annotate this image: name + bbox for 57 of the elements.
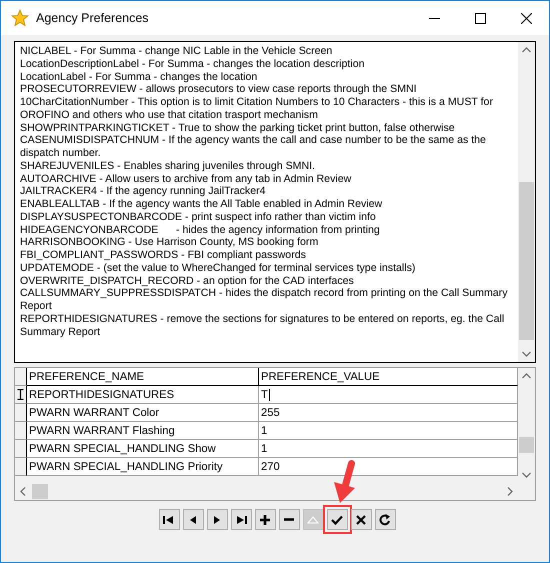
row-indicator[interactable] bbox=[15, 440, 27, 458]
table-cell: PWARN WARRANT Flashing bbox=[27, 422, 259, 440]
close-icon bbox=[520, 12, 532, 24]
description-line: PROSECUTORREVIEW - allows prosecutors to view case reports through the SMNI bbox=[20, 83, 418, 96]
value-input[interactable]: T bbox=[261, 388, 268, 400]
description-line: HIDEAGENCYONBARCODE - hides the agency information from printing bbox=[20, 224, 381, 236]
description-line: REPORTHIDESIGNATURES - remove the sections for signatures to be entered on reports, eg. the Call Summary Report bbox=[20, 312, 506, 338]
description-line: UPDATEMODE - (set the value to WhereChanged for terminal services type installs) bbox=[20, 262, 416, 274]
description-line: LocationLabel - For Summa - changes the location bbox=[20, 70, 258, 84]
table-cell: REPORTHIDESIGNATURES bbox=[27, 386, 259, 404]
window-title: Agency Preferences bbox=[36, 11, 150, 25]
cancel-button[interactable] bbox=[350, 509, 372, 530]
description-line: SHAREJUVENILES - Enables sharing juveniles through SMNI. bbox=[20, 160, 316, 172]
description-line: ENABLEALLTAB - If the agency wants the All Table enabled in Admin Review bbox=[20, 198, 384, 211]
row-indicator[interactable] bbox=[15, 386, 27, 404]
table-cell: PWARN WARRANT Color bbox=[27, 404, 259, 422]
column-header: PREFERENCE_NAME bbox=[27, 368, 259, 386]
description-line: SHOWPRINTPARKINGTICKET - True to show the parking ticket print button, false otherwise bbox=[20, 122, 456, 134]
callout-arrow bbox=[334, 460, 354, 503]
save-button[interactable] bbox=[322, 505, 352, 534]
scrollbar-thumb[interactable] bbox=[519, 182, 534, 340]
table-cell: PWARN SPECIAL_HANDLING Priority bbox=[27, 458, 259, 476]
description-line: DISPLAYSUSPECTONBARCODE - print suspect info rather than victim info bbox=[20, 210, 377, 224]
star-icon bbox=[11, 9, 29, 27]
row-indicator[interactable] bbox=[15, 458, 27, 476]
delete-record-button[interactable] bbox=[278, 509, 300, 530]
text-caret bbox=[268, 388, 270, 400]
first-record-button[interactable] bbox=[158, 509, 180, 530]
description-line: LocationDescriptionLabel - For Summa - changes the location description bbox=[20, 58, 366, 70]
table-cell: 1 bbox=[261, 442, 268, 454]
table-cell: 270 bbox=[261, 460, 280, 472]
add-record-button[interactable] bbox=[254, 509, 276, 530]
description-line: HARRISONBOOKING - Use Harrison County, MS booking form bbox=[20, 236, 320, 249]
description-line: CASENUMISDISPATCHNUM - If the agency wants the call and case number to be the same as the dispatch number. bbox=[20, 134, 487, 160]
column-header: PREFERENCE_VALUE bbox=[259, 368, 518, 386]
scrollbar-thumb[interactable] bbox=[519, 437, 534, 453]
maximize-icon bbox=[474, 12, 486, 24]
row-indicator[interactable] bbox=[15, 422, 27, 440]
table-cell: 255 bbox=[261, 406, 280, 418]
refresh-button[interactable] bbox=[374, 509, 396, 530]
description-line: OVERWRITE_DISPATCH_RECORD - an option for the CAD interfaces bbox=[20, 274, 355, 288]
table-cell: PWARN SPECIAL_HANDLING Show bbox=[27, 440, 259, 458]
description-line: AUTOARCHIVE - Allow users to archive from any tab in Admin Review bbox=[20, 172, 352, 186]
last-record-button[interactable] bbox=[230, 509, 252, 530]
description-line: CALLSUMMARY_SUPPRESSDISPATCH - hides the dispatch record from printing on the Call Summary Report bbox=[20, 287, 508, 313]
previous-record-button[interactable] bbox=[182, 509, 204, 530]
description-line: JAILTRACKER4 - If the agency running JailTracker4 bbox=[20, 185, 267, 198]
row-indicator[interactable] bbox=[15, 404, 27, 422]
refresh-icon bbox=[377, 512, 393, 528]
description-line: 10CharCitationNumber - This option is to limit Citation Numbers to 10 Characters - this is a MUST for OROFINO and others who use that citation trasport mechanism bbox=[20, 96, 494, 122]
scrollbar-thumb[interactable] bbox=[32, 484, 48, 499]
minus-icon bbox=[284, 518, 294, 521]
next-record-button[interactable] bbox=[206, 509, 228, 530]
description-line: FBI_COMPLIANT_PASSWORDS - FBI compliant passwords bbox=[20, 249, 307, 262]
text-cursor-icon bbox=[17, 389, 24, 400]
table-cell: 1 bbox=[261, 424, 268, 436]
description-line: NICLABEL - For Summa - change NIC Lable in the Vehicle Screen bbox=[20, 45, 334, 58]
